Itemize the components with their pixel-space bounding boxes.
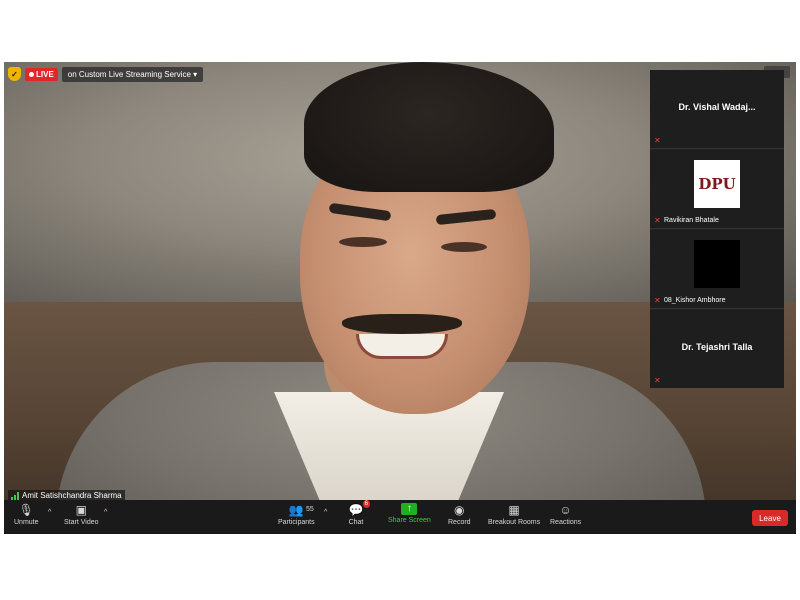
participants-options-caret[interactable]: ^ xyxy=(324,509,327,516)
zoom-meeting-window: ✓ LIVE on Custom Live Streaming Service … xyxy=(4,62,796,534)
live-label: LIVE xyxy=(36,69,54,79)
signal-strength-icon xyxy=(11,491,19,500)
muted-microphone-icon: 🎙 xyxy=(18,503,34,517)
security-shield-icon[interactable]: ✓ xyxy=(8,67,21,81)
active-speaker-label: Amit Satishchandra Sharma xyxy=(8,490,125,500)
participant-tile[interactable]: Dr. Tejashri Talla ✕ xyxy=(650,310,784,388)
dpu-logo: DPU xyxy=(694,160,740,208)
active-speaker-name: Amit Satishchandra Sharma xyxy=(22,491,122,500)
participant-name: Dr. Vishal Wadaj... xyxy=(678,102,756,112)
leave-button[interactable]: Leave xyxy=(752,510,788,526)
speaker-eye-right xyxy=(441,242,487,252)
participant-name: 08_Kishor Ambhore xyxy=(664,297,726,304)
participant-video-off xyxy=(694,240,740,288)
start-video-button[interactable]: ▣ Start Video xyxy=(64,503,99,526)
participant-tile[interactable]: ✕ 08_Kishor Ambhore xyxy=(650,230,784,309)
chat-unread-badge: 6 xyxy=(362,500,370,508)
muted-mic-icon: ✕ xyxy=(654,296,661,305)
participants-icon: 👥 xyxy=(288,503,304,517)
speaker-mouth xyxy=(356,334,448,359)
breakout-rooms-button[interactable]: ▦ Breakout Rooms xyxy=(488,503,540,526)
chat-button[interactable]: 💬 6 Chat xyxy=(348,500,370,526)
record-icon: ◉ xyxy=(454,503,465,517)
video-options-caret[interactable]: ^ xyxy=(104,509,107,516)
reactions-smiley-icon: ☺ xyxy=(559,503,572,517)
chat-bubble-icon: 💬 6 xyxy=(348,500,370,517)
meeting-toolbar: 🎙 Unmute ^ ▣ Start Video ^ 👥 Participant… xyxy=(4,500,796,534)
participants-count: 55 xyxy=(306,506,314,513)
share-screen-button[interactable]: ↑ Share Screen xyxy=(388,503,431,524)
participant-name: Dr. Tejashri Talla xyxy=(681,342,753,352)
unmute-button[interactable]: 🎙 Unmute xyxy=(14,503,39,526)
live-dot-icon xyxy=(29,71,34,77)
muted-mic-icon: ✕ xyxy=(654,376,661,385)
participant-tile[interactable]: DPU ✕ Ravikiran Bhatale xyxy=(650,150,784,229)
speaker-mustache xyxy=(342,314,462,334)
share-screen-icon: ↑ xyxy=(401,503,418,515)
participant-tile[interactable]: Dr. Vishal Wadaj... ✕ xyxy=(650,70,784,149)
live-badge[interactable]: LIVE xyxy=(25,67,58,81)
reactions-button[interactable]: ☺ Reactions xyxy=(550,503,581,526)
main-video: ✓ LIVE on Custom Live Streaming Service … xyxy=(4,62,796,500)
speaker-hair xyxy=(304,62,554,192)
breakout-rooms-icon: ▦ xyxy=(508,503,520,517)
live-stream-bar: ✓ LIVE on Custom Live Streaming Service … xyxy=(8,66,204,82)
muted-mic-icon: ✕ xyxy=(654,216,661,225)
video-off-icon: ▣ xyxy=(75,503,87,517)
muted-mic-icon: ✕ xyxy=(654,136,661,145)
audio-options-caret[interactable]: ^ xyxy=(48,509,51,516)
participant-name: Ravikiran Bhatale xyxy=(664,217,719,224)
participants-video-panel: Dr. Vishal Wadaj... ✕ DPU ✕ Ravikiran Bh… xyxy=(650,70,784,388)
stream-service-dropdown[interactable]: on Custom Live Streaming Service ▾ xyxy=(61,66,204,82)
record-button[interactable]: ◉ Record xyxy=(448,503,471,526)
speaker-eye-left xyxy=(339,237,387,247)
